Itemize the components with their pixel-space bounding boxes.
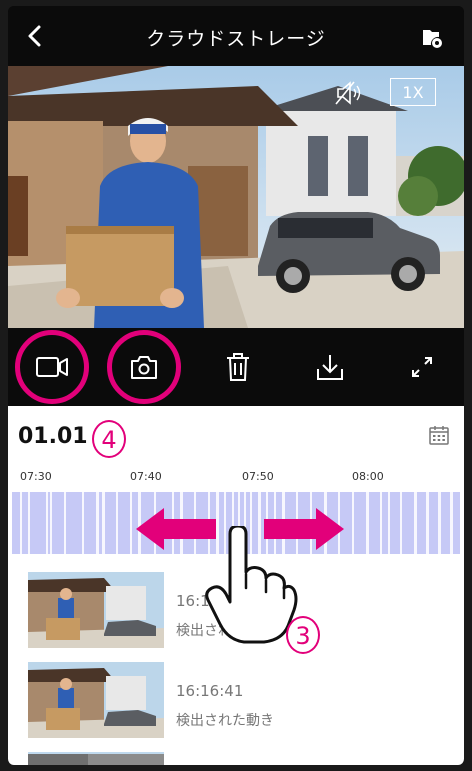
phone-screen: クラウドストレージ 1X 01.01 4 07:30 07:40 07:50 0…	[8, 6, 464, 765]
timeline-tick-label: 07:50	[242, 470, 274, 483]
record-video-button[interactable]	[14, 328, 90, 406]
calendar-icon[interactable]	[428, 424, 450, 446]
record-thumbnail-image	[28, 754, 164, 765]
record-thumbnail[interactable]	[28, 662, 164, 738]
speaker-muted-icon[interactable]	[334, 80, 364, 106]
trash-icon	[227, 353, 249, 381]
selected-date: 01.01	[18, 424, 88, 449]
download-button[interactable]	[292, 328, 368, 406]
callout-badge-date: 4	[92, 420, 126, 458]
header: クラウドストレージ	[8, 6, 464, 66]
fullscreen-icon	[412, 357, 432, 377]
pointing-hand-icon	[205, 526, 298, 644]
timeline-event-mark	[28, 492, 30, 554]
timeline-event-mark	[102, 492, 105, 554]
timeline-event-mark	[130, 492, 132, 554]
timeline-event-mark	[352, 492, 354, 554]
record-thumbnail-image	[28, 662, 164, 738]
record-time: 16:16:41	[176, 682, 244, 700]
delete-button[interactable]	[200, 328, 276, 406]
timeline-event-mark	[438, 492, 441, 554]
highlight-ring	[15, 330, 89, 404]
record-thumbnail[interactable]	[28, 572, 164, 648]
timeline-event-mark	[366, 492, 369, 554]
timeline-event-mark	[116, 492, 118, 554]
timeline-event-mark	[400, 492, 402, 554]
timeline-tick-label: 08:00	[352, 470, 384, 483]
page-title: クラウドストレージ	[146, 28, 326, 50]
snapshot-button[interactable]	[106, 328, 182, 406]
callout-badge-timeline: 3	[286, 616, 320, 654]
timeline-event-mark	[450, 492, 453, 554]
highlight-ring	[107, 330, 181, 404]
record-thumbnail-partial[interactable]	[28, 752, 164, 765]
timeline-event-mark	[414, 492, 417, 554]
cloud-settings-icon[interactable]	[420, 26, 444, 50]
timeline-event-mark	[426, 492, 429, 554]
zoom-level-button[interactable]: 1X	[390, 78, 436, 106]
timeline-event-mark	[388, 492, 390, 554]
video-player[interactable]: 1X	[8, 66, 464, 328]
record-thumbnail-image	[28, 572, 164, 648]
timeline-tick-label: 07:30	[20, 470, 52, 483]
media-toolbar	[8, 328, 464, 406]
timeline-event-mark	[46, 492, 48, 554]
record-label: 検出された動き	[176, 713, 274, 729]
timeline-event-mark	[380, 492, 382, 554]
timeline-event-mark	[20, 492, 22, 554]
timeline-event-mark	[64, 492, 66, 554]
fullscreen-button[interactable]	[384, 328, 460, 406]
timeline-event-mark	[82, 492, 84, 554]
timeline-event-mark	[96, 492, 99, 554]
timeline-tick-label: 07:40	[130, 470, 162, 483]
download-icon	[317, 355, 343, 380]
timeline-event-mark	[50, 492, 52, 554]
